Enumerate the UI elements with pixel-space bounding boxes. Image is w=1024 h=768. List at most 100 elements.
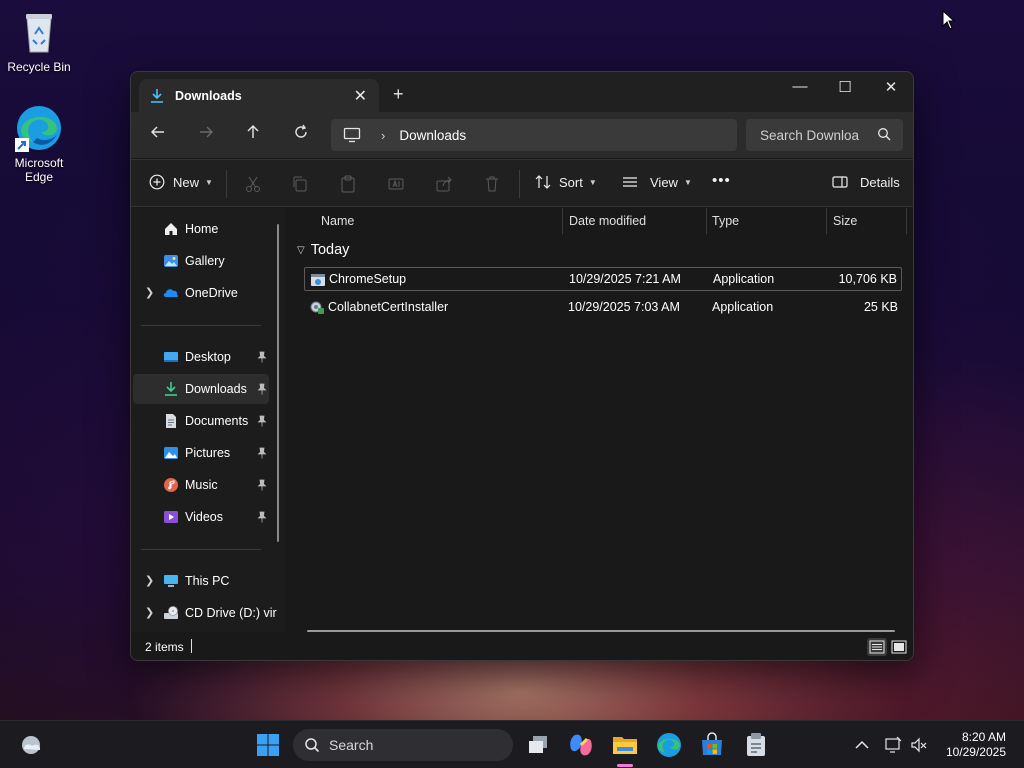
network-icon[interactable] bbox=[884, 736, 902, 754]
copy-icon[interactable] bbox=[291, 175, 309, 193]
maximize-button[interactable]: ☐ bbox=[830, 78, 860, 96]
pin-icon[interactable] bbox=[257, 383, 267, 395]
chevron-right-icon[interactable]: ❯ bbox=[145, 286, 154, 299]
file-row-chromesetup[interactable]: ChromeSetup 10/29/2025 7:21 AM Applicati… bbox=[304, 267, 902, 291]
column-header-name[interactable]: Name bbox=[321, 208, 354, 234]
pin-icon[interactable] bbox=[257, 415, 267, 427]
forward-button[interactable] bbox=[195, 124, 217, 145]
pin-icon[interactable] bbox=[257, 447, 267, 459]
sidebar-item-pictures[interactable]: Pictures bbox=[133, 438, 269, 468]
desktop-icon-edge[interactable]: Microsoft Edge bbox=[1, 104, 77, 184]
search-placeholder: Search Downloa bbox=[760, 127, 860, 143]
sidebar-item-cd-drive[interactable]: ❯ CD Drive (D:) vir bbox=[133, 598, 277, 628]
sort-button[interactable]: Sort ▼ bbox=[535, 174, 597, 190]
new-button[interactable]: New ▼ bbox=[149, 174, 213, 190]
search-icon bbox=[878, 128, 891, 141]
sidebar-scrollbar[interactable] bbox=[277, 224, 279, 542]
minimize-button[interactable]: — bbox=[785, 78, 815, 95]
sidebar-item-this-pc[interactable]: ❯ This PC bbox=[133, 566, 269, 596]
application-icon bbox=[311, 274, 325, 286]
chevron-right-icon[interactable]: ❯ bbox=[145, 606, 154, 619]
sidebar-item-label: CD Drive (D:) vir bbox=[185, 606, 277, 620]
cut-icon[interactable] bbox=[244, 175, 262, 193]
speaker-muted-icon[interactable] bbox=[910, 736, 928, 754]
sidebar-item-videos[interactable]: Videos bbox=[133, 502, 269, 532]
start-icon[interactable] bbox=[254, 731, 282, 759]
file-type: Application bbox=[712, 300, 774, 314]
copilot-icon[interactable] bbox=[567, 731, 595, 759]
desktop-icon-label-line1: Microsoft bbox=[14, 156, 64, 170]
gallery-icon bbox=[163, 253, 179, 269]
details-view-button[interactable] bbox=[867, 638, 887, 656]
desktop-icon-recycle-bin[interactable]: Recycle Bin bbox=[1, 8, 77, 74]
store-icon[interactable] bbox=[698, 731, 726, 759]
chevron-down-icon: ▼ bbox=[205, 177, 213, 187]
sidebar-item-documents[interactable]: Documents bbox=[133, 406, 269, 436]
sidebar-divider bbox=[141, 549, 261, 550]
sidebar-item-label: Gallery bbox=[185, 254, 225, 268]
column-divider[interactable] bbox=[826, 208, 827, 234]
sidebar-item-gallery[interactable]: Gallery bbox=[133, 246, 269, 276]
up-button[interactable] bbox=[242, 124, 264, 145]
chevron-right-icon[interactable]: ❯ bbox=[145, 574, 154, 587]
breadcrumb-downloads[interactable]: Downloads bbox=[399, 128, 466, 143]
system-clock[interactable]: 8:20 AM 10/29/2025 bbox=[946, 730, 1006, 760]
pin-icon[interactable] bbox=[257, 479, 267, 491]
sidebar-item-home[interactable]: Home bbox=[133, 214, 269, 244]
sort-label: Sort bbox=[559, 174, 583, 190]
sidebar-item-desktop[interactable]: Desktop bbox=[133, 342, 269, 372]
file-explorer-icon[interactable] bbox=[611, 731, 639, 759]
details-pane-button[interactable]: Details bbox=[832, 174, 900, 190]
new-label: New bbox=[173, 174, 200, 190]
column-divider[interactable] bbox=[906, 208, 907, 234]
refresh-button[interactable] bbox=[290, 124, 312, 145]
tab-downloads[interactable]: Downloads ✕ bbox=[139, 79, 379, 112]
desktop-icon bbox=[163, 349, 179, 365]
home-icon bbox=[163, 221, 179, 237]
taskbar-search-label: Search bbox=[329, 737, 374, 753]
search-box[interactable]: Search Downloa bbox=[746, 119, 903, 151]
thumbnail-view-icon bbox=[891, 640, 907, 654]
rename-icon[interactable] bbox=[387, 175, 405, 193]
pin-icon[interactable] bbox=[257, 511, 267, 523]
list-view-icon bbox=[869, 640, 885, 654]
column-header-date[interactable]: Date modified bbox=[569, 208, 646, 234]
pin-icon[interactable] bbox=[257, 351, 267, 363]
file-type: Application bbox=[713, 272, 775, 286]
sidebar-item-music[interactable]: Music bbox=[133, 470, 269, 500]
sidebar-item-onedrive[interactable]: ❯ OneDrive bbox=[133, 278, 269, 308]
sidebar-item-label: OneDrive bbox=[185, 286, 238, 300]
address-bar[interactable]: › Downloads bbox=[331, 119, 737, 151]
widgets-icon[interactable] bbox=[18, 731, 46, 759]
column-header-size[interactable]: Size bbox=[833, 208, 857, 234]
chevron-down-icon: ▼ bbox=[588, 177, 597, 187]
more-options-button[interactable]: ••• bbox=[712, 172, 731, 189]
delete-icon[interactable] bbox=[483, 175, 501, 193]
onedrive-icon bbox=[163, 285, 179, 301]
file-row-collabnetcertinstaller[interactable]: CollabnetCertInstaller 10/29/2025 7:03 A… bbox=[304, 295, 902, 319]
edge-icon[interactable] bbox=[655, 731, 683, 759]
sidebar-item-downloads[interactable]: Downloads bbox=[133, 374, 269, 404]
group-header-today[interactable]: ▽ Today bbox=[297, 242, 349, 258]
chevron-up-icon[interactable] bbox=[853, 736, 871, 754]
column-divider[interactable] bbox=[562, 208, 563, 234]
share-icon[interactable] bbox=[435, 175, 453, 193]
column-divider[interactable] bbox=[706, 208, 707, 234]
view-icon bbox=[623, 177, 637, 187]
column-header-type[interactable]: Type bbox=[712, 208, 739, 234]
new-tab-button[interactable]: + bbox=[393, 84, 404, 105]
arrow-right-icon bbox=[200, 126, 213, 138]
installer-icon[interactable] bbox=[742, 731, 770, 759]
thumbnail-view-button[interactable] bbox=[889, 638, 909, 656]
paste-icon[interactable] bbox=[339, 175, 357, 193]
mouse-cursor-icon bbox=[942, 10, 956, 30]
sidebar-item-label: Videos bbox=[185, 510, 223, 524]
close-button[interactable]: ✕ bbox=[876, 78, 906, 96]
close-tab-icon[interactable]: ✕ bbox=[354, 86, 367, 106]
view-button[interactable]: View ▼ bbox=[622, 174, 692, 190]
taskbar-search[interactable]: Search bbox=[293, 729, 513, 761]
task-view-icon[interactable] bbox=[524, 731, 552, 759]
back-button[interactable] bbox=[147, 124, 169, 145]
pictures-icon bbox=[163, 445, 179, 461]
sort-icon bbox=[535, 175, 551, 189]
